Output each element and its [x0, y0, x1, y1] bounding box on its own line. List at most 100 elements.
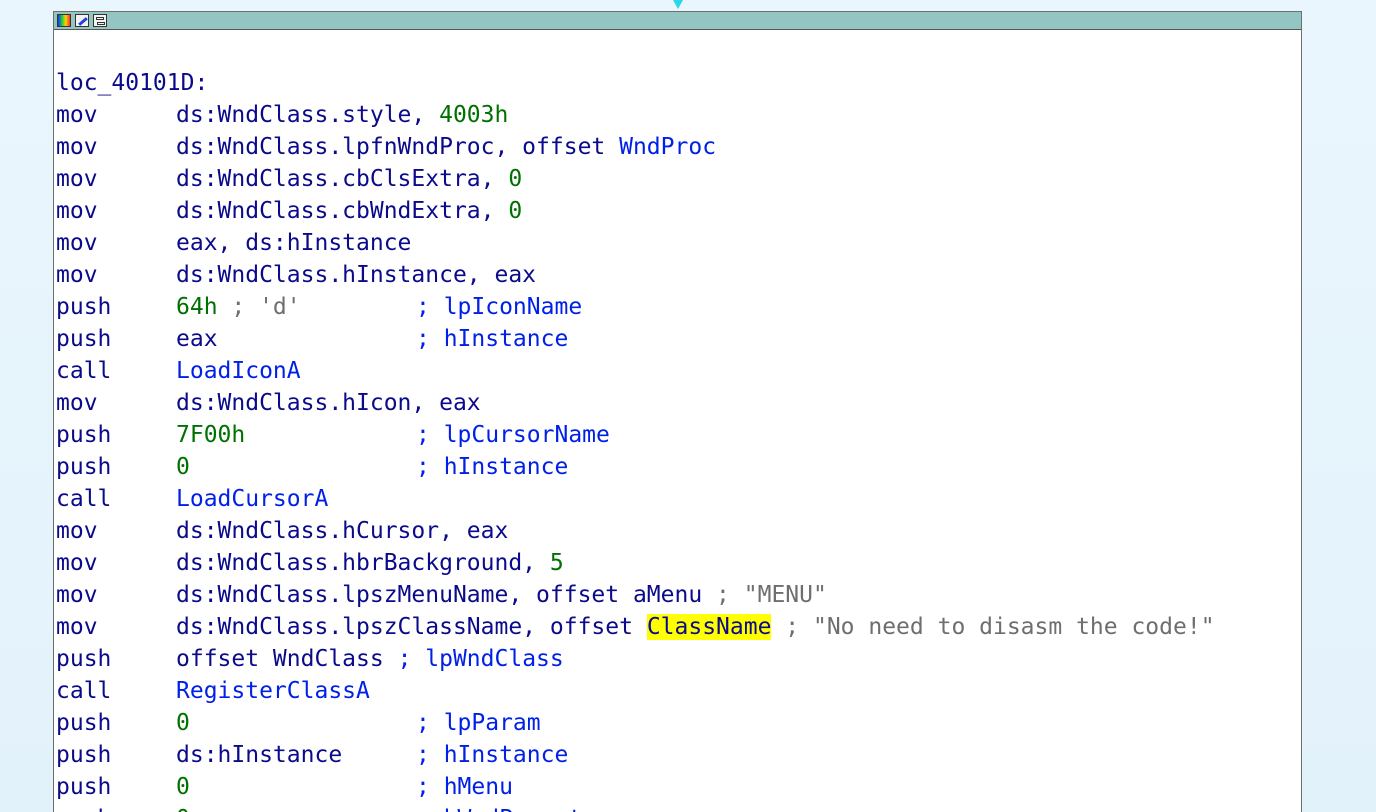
- edit-icon[interactable]: [75, 14, 89, 27]
- instruction-line[interactable]: mov eax, ds:hInstance: [56, 227, 1301, 259]
- operand-token[interactable]: ds:WndClass.cbClsExtra,: [176, 166, 508, 192]
- operand-token[interactable]: ds:WndClass.lpfnWndProc, offset: [176, 134, 619, 160]
- mnemonic[interactable]: push: [56, 643, 111, 675]
- instruction-line[interactable]: mov ds:WndClass.lpszClassName, offset Cla…: [56, 611, 1301, 643]
- mnemonic[interactable]: mov: [56, 515, 98, 547]
- node-title-bar[interactable]: [54, 12, 1301, 30]
- operands: ds:WndClass.style, 4003h: [176, 99, 508, 131]
- instruction-line[interactable]: push 0 ; hWndParent: [56, 803, 1301, 812]
- instruction-line[interactable]: push offset WndClass ; lpWndClass: [56, 643, 1301, 675]
- location-label[interactable]: loc_40101D:: [56, 67, 208, 99]
- mnemonic[interactable]: push: [56, 707, 111, 739]
- argument-comment: ; hInstance: [416, 454, 569, 480]
- operand-token[interactable]: ds:WndClass.hIcon, eax: [176, 390, 481, 416]
- mnemonic[interactable]: mov: [56, 579, 98, 611]
- operand-token[interactable]: LoadIconA: [176, 358, 301, 384]
- operand-token[interactable]: 7F00h: [176, 422, 245, 448]
- instruction-line[interactable]: call LoadCursorA: [56, 483, 1301, 515]
- operands: 0: [176, 803, 190, 812]
- mnemonic[interactable]: push: [56, 771, 111, 803]
- operands: LoadCursorA: [176, 483, 328, 515]
- instruction-line[interactable]: mov ds:WndClass.lpfnWndProc, offset WndPr…: [56, 131, 1301, 163]
- operands: 0: [176, 707, 190, 739]
- operand-token[interactable]: ds:WndClass.style,: [176, 102, 439, 128]
- mnemonic[interactable]: mov: [56, 547, 98, 579]
- operand-token[interactable]: offset WndClass: [176, 646, 384, 672]
- instruction-line[interactable]: mov ds:WndClass.hIcon, eax: [56, 387, 1301, 419]
- operand-token[interactable]: 0: [176, 454, 190, 480]
- mnemonic[interactable]: push: [56, 803, 111, 812]
- instruction-line[interactable]: call RegisterClassA: [56, 675, 1301, 707]
- operand-token[interactable]: eax: [176, 326, 218, 352]
- mnemonic[interactable]: push: [56, 323, 111, 355]
- operand-token[interactable]: eax, ds:hInstance: [176, 230, 411, 256]
- mnemonic[interactable]: mov: [56, 163, 98, 195]
- mnemonic[interactable]: call: [56, 355, 111, 387]
- mnemonic[interactable]: call: [56, 483, 111, 515]
- operand-token[interactable]: 64h: [176, 294, 218, 320]
- mnemonic[interactable]: push: [56, 419, 111, 451]
- operand-token[interactable]: ds:hInstance: [176, 742, 342, 768]
- instruction-line[interactable]: mov ds:WndClass.lpszMenuName, offset aMen…: [56, 579, 1301, 611]
- argument-comment: ; hInstance: [416, 326, 569, 352]
- instruction-line[interactable]: mov ds:WndClass.style, 4003h: [56, 99, 1301, 131]
- mnemonic[interactable]: mov: [56, 259, 98, 291]
- operand-token[interactable]: 0: [176, 774, 190, 800]
- disassembly-listing: loc_40101D: mov ds:WndClass.style, 4003h mo…: [56, 67, 1301, 812]
- instruction-line[interactable]: mov ds:WndClass.hbrBackground, 5: [56, 547, 1301, 579]
- mnemonic[interactable]: push: [56, 291, 111, 323]
- operand-token[interactable]: RegisterClassA: [176, 678, 370, 704]
- operand-token[interactable]: 0: [176, 710, 190, 736]
- graph-icon[interactable]: [93, 14, 107, 27]
- instruction-line[interactable]: mov ds:WndClass.cbClsExtra, 0: [56, 163, 1301, 195]
- instruction-line[interactable]: push 7F00h ; lpCursorName: [56, 419, 1301, 451]
- mnemonic[interactable]: mov: [56, 131, 98, 163]
- operands: ds:WndClass.hCursor, eax: [176, 515, 508, 547]
- operand-token[interactable]: 5: [550, 550, 564, 576]
- instruction-line[interactable]: push 0 ; hMenu: [56, 771, 1301, 803]
- operand-token[interactable]: ds:WndClass.hCursor, eax: [176, 518, 508, 544]
- instruction-line[interactable]: mov ds:WndClass.hInstance, eax: [56, 259, 1301, 291]
- color-icon[interactable]: [57, 14, 71, 27]
- code-block-node[interactable]: loc_40101D: mov ds:WndClass.style, 4003h mo…: [53, 11, 1302, 812]
- graph-view[interactable]: loc_40101D: mov ds:WndClass.style, 4003h mo…: [0, 0, 1376, 812]
- operand-token[interactable]: ds:WndClass.hbrBackground,: [176, 550, 550, 576]
- argument-comment: ; lpCursorName: [416, 422, 610, 448]
- mnemonic[interactable]: call: [56, 675, 111, 707]
- mnemonic[interactable]: mov: [56, 387, 98, 419]
- operands: ds:WndClass.hInstance, eax: [176, 259, 536, 291]
- operand-token[interactable]: ds:WndClass.lpszClassName, offset: [176, 614, 647, 640]
- operand-token[interactable]: ds:WndClass.hInstance, eax: [176, 262, 536, 288]
- operand-token[interactable]: ds:WndClass.lpszMenuName, offset aMenu: [176, 582, 702, 608]
- operands: 0: [176, 771, 190, 803]
- instruction-line[interactable]: mov ds:WndClass.cbWndExtra, 0: [56, 195, 1301, 227]
- inline-comment: ; lpWndClass: [383, 646, 564, 672]
- operand-token[interactable]: WndProc: [619, 134, 716, 160]
- operand-token[interactable]: LoadCursorA: [176, 486, 328, 512]
- operand-token[interactable]: 0: [508, 198, 522, 224]
- operands: ds:WndClass.lpszClassName, offset ClassN…: [176, 611, 1215, 643]
- operand-token[interactable]: ds:WndClass.cbWndExtra,: [176, 198, 508, 224]
- mnemonic[interactable]: mov: [56, 227, 98, 259]
- mnemonic[interactable]: push: [56, 451, 111, 483]
- instruction-line[interactable]: call LoadIconA: [56, 355, 1301, 387]
- instruction-line[interactable]: push eax ; hInstance: [56, 323, 1301, 355]
- mnemonic[interactable]: mov: [56, 611, 98, 643]
- mnemonic[interactable]: push: [56, 739, 111, 771]
- mnemonic[interactable]: mov: [56, 195, 98, 227]
- instruction-line[interactable]: push 0 ; lpParam: [56, 707, 1301, 739]
- code-label-line[interactable]: loc_40101D:: [56, 67, 1301, 99]
- operands: LoadIconA: [176, 355, 301, 387]
- operand-token[interactable]: 0: [176, 806, 190, 812]
- operand-token[interactable]: 4003h: [439, 102, 508, 128]
- instruction-line[interactable]: push 0 ; hInstance: [56, 451, 1301, 483]
- instruction-line[interactable]: push 64h ; 'd' ; lpIconName: [56, 291, 1301, 323]
- instruction-line[interactable]: mov ds:WndClass.hCursor, eax: [56, 515, 1301, 547]
- operand-token[interactable]: 0: [508, 166, 522, 192]
- operands: ds:WndClass.hbrBackground, 5: [176, 547, 564, 579]
- instruction-line[interactable]: push ds:hInstance ; hInstance: [56, 739, 1301, 771]
- operand-token[interactable]: ClassName: [646, 614, 772, 640]
- operands: ds:WndClass.cbWndExtra, 0: [176, 195, 522, 227]
- inline-comment: ; "No need to disasm the code!": [771, 614, 1215, 640]
- mnemonic[interactable]: mov: [56, 99, 98, 131]
